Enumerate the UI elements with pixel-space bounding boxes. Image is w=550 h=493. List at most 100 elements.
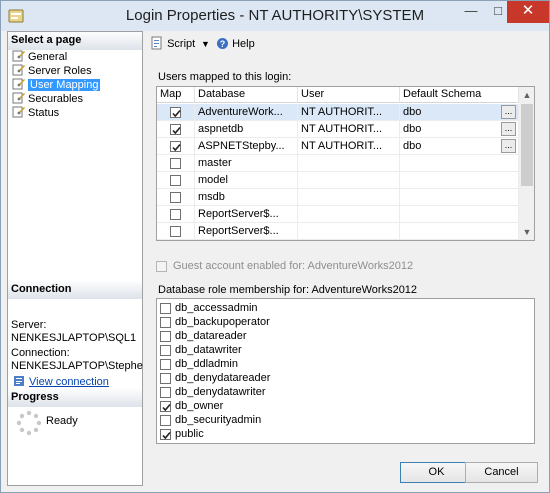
role-checkbox[interactable] (160, 317, 171, 328)
script-button[interactable]: Script (150, 35, 195, 55)
map-checkbox[interactable] (170, 192, 181, 203)
table-row[interactable]: AdventureWork... NT AUTHORIT... dbo... (157, 104, 519, 121)
scroll-thumb[interactable] (521, 104, 533, 186)
role-checkbox[interactable] (160, 303, 171, 314)
user-cell[interactable]: NT AUTHORIT... (298, 104, 400, 121)
scroll-up-icon[interactable]: ▲ (519, 87, 534, 103)
map-checkbox[interactable] (170, 175, 181, 186)
map-checkbox[interactable] (170, 226, 181, 237)
table-row[interactable]: aspnetdb NT AUTHORIT... dbo... (157, 121, 519, 138)
table-row[interactable]: ReportServer$... (157, 223, 519, 240)
login-properties-window: Login Properties - NT AUTHORITY\SYSTEM —… (0, 0, 550, 493)
guest-checkbox-box[interactable] (156, 261, 167, 272)
map-checkbox[interactable] (170, 158, 181, 169)
map-checkbox[interactable] (170, 141, 181, 152)
role-name: db_securityadmin (175, 414, 262, 426)
map-cell[interactable] (157, 189, 195, 206)
default-schema-cell[interactable] (400, 155, 519, 172)
page-item-securables[interactable]: Securables (12, 92, 102, 106)
page-wrench-icon (12, 64, 25, 76)
grid-vertical-scrollbar[interactable]: ▲ ▼ (519, 87, 534, 240)
map-checkbox[interactable] (170, 107, 181, 118)
cancel-button[interactable]: Cancel (465, 462, 538, 483)
map-cell[interactable] (157, 155, 195, 172)
user-cell[interactable] (298, 206, 400, 223)
view-connection-text[interactable]: View connection (29, 376, 109, 388)
map-checkbox[interactable] (170, 209, 181, 220)
map-cell[interactable] (157, 138, 195, 155)
default-schema-cell[interactable] (400, 223, 519, 240)
user-cell[interactable]: NT AUTHORIT... (298, 121, 400, 138)
page-wrench-icon (12, 106, 25, 118)
map-cell[interactable] (157, 104, 195, 121)
role-checkbox[interactable] (160, 345, 171, 356)
scroll-down-icon[interactable]: ▼ (519, 224, 534, 240)
role-membership-list[interactable]: db_accessadmin db_backupoperator db_datare… (156, 298, 535, 444)
role-membership-label: Database role membership for: AdventureW… (158, 284, 418, 296)
page-item-general[interactable]: General (12, 50, 102, 64)
database-cell[interactable]: AdventureWork... (195, 104, 298, 121)
table-row[interactable]: model (157, 172, 519, 189)
database-cell[interactable]: master (195, 155, 298, 172)
role-checkbox[interactable] (160, 373, 171, 384)
database-cell[interactable]: msdb (195, 189, 298, 206)
help-button[interactable]: ? Help (216, 35, 255, 55)
page-item-status[interactable]: Status (12, 106, 102, 120)
column-header-user[interactable]: User (298, 87, 400, 103)
progress-status: Ready (46, 415, 78, 427)
user-cell[interactable] (298, 155, 400, 172)
close-button[interactable]: ✕ (507, 1, 549, 23)
user-cell[interactable] (298, 189, 400, 206)
table-row[interactable]: ASPNETStepby... NT AUTHORIT... dbo... (157, 138, 519, 155)
page-item-server-roles[interactable]: Server Roles (12, 64, 102, 78)
page-item-label: General (28, 51, 68, 63)
title-bar[interactable]: Login Properties - NT AUTHORITY\SYSTEM —… (1, 1, 549, 31)
user-mapping-grid[interactable]: Map Database User Default Schema Adventu… (156, 86, 535, 241)
role-name: db_datawriter (175, 344, 242, 356)
table-row[interactable]: msdb (157, 189, 519, 206)
role-checkbox[interactable] (160, 387, 171, 398)
database-cell[interactable]: ReportServer$... (195, 206, 298, 223)
default-schema-cell[interactable] (400, 206, 519, 223)
column-header-database[interactable]: Database (195, 87, 298, 103)
role-checkbox[interactable] (160, 415, 171, 426)
role-checkbox[interactable] (160, 359, 171, 370)
user-cell[interactable]: NT AUTHORIT... (298, 138, 400, 155)
map-cell[interactable] (157, 172, 195, 189)
browse-schema-button[interactable]: ... (501, 139, 516, 153)
map-checkbox[interactable] (170, 124, 181, 135)
ok-button[interactable]: OK (400, 462, 473, 483)
script-label: Script (167, 38, 196, 50)
page-item-label: Server Roles (28, 65, 92, 77)
role-name: db_denydatareader (175, 372, 271, 384)
database-cell[interactable]: aspnetdb (195, 121, 298, 138)
database-cell[interactable]: ASPNETStepby... (195, 138, 298, 155)
column-header-map[interactable]: Map (157, 87, 195, 103)
user-cell[interactable] (298, 172, 400, 189)
browse-schema-button[interactable]: ... (501, 105, 516, 119)
help-label: Help (232, 38, 255, 50)
role-checkbox[interactable] (160, 429, 171, 440)
database-cell[interactable]: ReportServer$... (195, 223, 298, 240)
user-cell[interactable] (298, 223, 400, 240)
guest-account-checkbox[interactable]: Guest account enabled for: AdventureWork… (156, 260, 456, 274)
table-row[interactable]: master (157, 155, 519, 172)
grid-header: Map Database User Default Schema (157, 87, 519, 103)
browse-schema-button[interactable]: ... (501, 122, 516, 136)
script-dropdown-button[interactable]: ▼ (201, 35, 210, 55)
page-wrench-icon (12, 78, 25, 90)
view-connection-link[interactable]: View connection (13, 375, 109, 388)
default-schema-cell[interactable] (400, 189, 519, 206)
table-row[interactable]: ReportServer$... (157, 206, 519, 223)
role-checkbox[interactable] (160, 401, 171, 412)
map-cell[interactable] (157, 223, 195, 240)
map-cell[interactable] (157, 121, 195, 138)
map-cell[interactable] (157, 206, 195, 223)
role-checkbox[interactable] (160, 331, 171, 342)
column-header-default-schema[interactable]: Default Schema (400, 87, 519, 103)
default-schema-cell[interactable] (400, 172, 519, 189)
role-name: db_backupoperator (175, 316, 270, 328)
database-cell[interactable]: model (195, 172, 298, 189)
page-item-user-mapping[interactable]: User Mapping (12, 78, 102, 92)
minimize-button[interactable]: — (457, 1, 485, 23)
